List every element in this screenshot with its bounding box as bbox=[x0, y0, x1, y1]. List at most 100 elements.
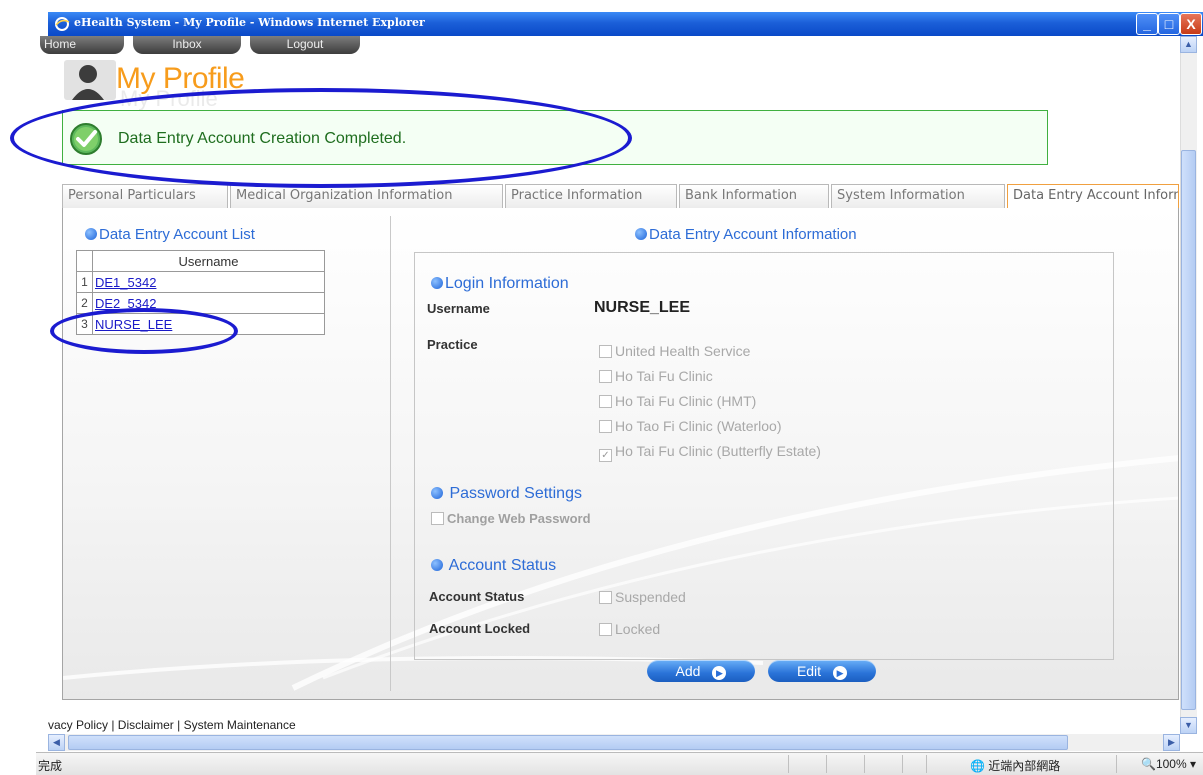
practice-option-label: Ho Tao Fi Clinic (Waterloo) bbox=[615, 418, 782, 434]
security-zone-label: 近端內部網路 bbox=[988, 759, 1061, 773]
table-row: 3 NURSE_LEE bbox=[76, 313, 325, 335]
close-button[interactable]: X bbox=[1180, 13, 1202, 35]
zoom-control[interactable]: 🔍100% ▾ bbox=[1141, 757, 1196, 771]
change-password-checkbox[interactable] bbox=[431, 512, 444, 525]
window-title: eHealth System - My Profile - Windows In… bbox=[74, 16, 425, 29]
bullet-icon bbox=[85, 228, 97, 240]
table-header-row: Username bbox=[76, 250, 325, 272]
tab-medical-organization[interactable]: Medical Organization Information bbox=[230, 184, 503, 208]
account-info-heading-text: Data Entry Account Information bbox=[649, 226, 857, 243]
practice-checkbox[interactable] bbox=[599, 370, 612, 383]
login-info-heading-text: Login Information bbox=[445, 275, 569, 292]
account-link-de2[interactable]: DE2_5342 bbox=[93, 296, 156, 311]
add-button-label: Add bbox=[675, 663, 701, 679]
row-number: 2 bbox=[76, 292, 93, 314]
suspended-checkbox[interactable] bbox=[599, 591, 612, 604]
locked-option[interactable]: Locked bbox=[599, 621, 660, 637]
status-text: 完成 bbox=[38, 759, 63, 773]
page-title-reflection: My Profile bbox=[120, 86, 218, 111]
practice-option[interactable]: Ho Tai Fu Clinic bbox=[599, 368, 713, 384]
practice-checkbox[interactable] bbox=[599, 420, 612, 433]
tab-bank-information[interactable]: Bank Information bbox=[679, 184, 829, 208]
account-list-table: Username 1 DE1_5342 2 DE2_5342 3 NURSE_L… bbox=[76, 250, 325, 335]
username-value: NURSE_LEE bbox=[594, 299, 691, 316]
profile-tabs: Personal Particulars Medical Organizatio… bbox=[62, 184, 1179, 208]
profile-icon bbox=[64, 60, 116, 100]
edit-button[interactable]: Edit ▶ bbox=[768, 660, 876, 682]
scroll-left-button[interactable]: ◀ bbox=[48, 734, 65, 751]
account-link-de1[interactable]: DE1_5342 bbox=[93, 275, 156, 290]
account-status-label: Account Status bbox=[429, 589, 525, 604]
practice-checkbox-checked[interactable]: ✓ bbox=[599, 449, 612, 462]
status-separator bbox=[826, 755, 827, 773]
footer-links[interactable]: vacy Policy | Disclaimer | System Mainte… bbox=[48, 718, 296, 732]
maximize-button[interactable]: □ bbox=[1158, 13, 1180, 35]
suspended-label: Suspended bbox=[615, 589, 686, 605]
browser-window: eHealth System - My Profile - Windows In… bbox=[0, 0, 1203, 775]
zoom-icon: 🔍 bbox=[1141, 757, 1156, 771]
account-locked-label: Account Locked bbox=[429, 621, 531, 636]
change-password-option[interactable]: Change Web Password bbox=[431, 511, 591, 526]
practice-label: Practice bbox=[427, 337, 478, 352]
scroll-up-button[interactable]: ▲ bbox=[1180, 36, 1197, 53]
practice-checkbox[interactable] bbox=[599, 395, 612, 408]
tab-data-entry-account[interactable]: Data Entry Account Information bbox=[1007, 184, 1179, 208]
scroll-down-button[interactable]: ▼ bbox=[1180, 717, 1197, 734]
add-button[interactable]: Add ▶ bbox=[647, 660, 755, 682]
scroll-right-button[interactable]: ▶ bbox=[1163, 734, 1180, 751]
tab-personal-particulars[interactable]: Personal Particulars bbox=[62, 184, 228, 208]
suspended-option[interactable]: Suspended bbox=[599, 589, 686, 605]
security-zone[interactable]: 🌐 近端內部網路 bbox=[970, 757, 1060, 774]
table-row: 2 DE2_5342 bbox=[76, 292, 325, 314]
account-status-heading-text: Account Status bbox=[448, 557, 557, 574]
minimize-button[interactable]: _ bbox=[1136, 13, 1158, 35]
practice-option[interactable]: United Health Service bbox=[599, 343, 750, 359]
bullet-icon bbox=[431, 277, 443, 289]
practice-option-label: United Health Service bbox=[615, 343, 751, 359]
nav-logout[interactable]: Logout bbox=[250, 36, 360, 54]
arrow-right-icon: ▶ bbox=[712, 666, 727, 680]
globe-icon: 🌐 bbox=[970, 759, 985, 773]
practice-checkbox[interactable] bbox=[599, 345, 612, 358]
bullet-icon bbox=[431, 559, 443, 571]
username-label: Username bbox=[427, 301, 490, 316]
success-message-text: Data Entry Account Creation Completed. bbox=[118, 130, 407, 147]
password-settings-heading-text: Password Settings bbox=[449, 485, 582, 502]
status-separator bbox=[902, 755, 903, 773]
practice-option-label: Ho Tai Fu Clinic bbox=[615, 368, 713, 384]
zoom-level: 100% bbox=[1155, 757, 1187, 771]
bullet-icon bbox=[635, 228, 647, 240]
edit-button-label: Edit bbox=[796, 663, 822, 679]
ie-logo-icon bbox=[55, 17, 70, 31]
horizontal-scroll-thumb[interactable] bbox=[68, 735, 1068, 750]
status-separator bbox=[864, 755, 865, 773]
tab-practice-information[interactable]: Practice Information bbox=[505, 184, 677, 208]
account-list-heading: Data Entry Account List bbox=[85, 226, 255, 243]
practice-option-label: Ho Tai Fu Clinic (HMT) bbox=[615, 393, 757, 409]
account-info-box: Login Information Username NURSE_LEE Pra… bbox=[414, 252, 1114, 660]
locked-checkbox[interactable] bbox=[599, 623, 612, 636]
change-password-label: Change Web Password bbox=[447, 511, 591, 526]
practice-option[interactable]: ✓ Ho Tai Fu Clinic (Butterfly Estate) bbox=[599, 443, 821, 462]
site-nav: Home Inbox Logout bbox=[40, 36, 1178, 54]
account-status-heading: Account Status bbox=[431, 557, 556, 575]
panel-divider bbox=[390, 216, 391, 691]
account-link-nurse-lee[interactable]: NURSE_LEE bbox=[93, 317, 172, 332]
practice-option[interactable]: Ho Tai Fu Clinic (HMT) bbox=[599, 393, 756, 409]
num-header bbox=[76, 250, 93, 272]
nav-inbox[interactable]: Inbox bbox=[133, 36, 241, 54]
account-list-heading-text: Data Entry Account List bbox=[99, 226, 255, 243]
practice-option[interactable]: Ho Tao Fi Clinic (Waterloo) bbox=[599, 418, 782, 434]
status-separator bbox=[788, 755, 789, 773]
arrow-right-icon: ▶ bbox=[833, 666, 848, 680]
nav-home[interactable]: Home bbox=[40, 36, 124, 54]
tab-system-information[interactable]: System Information bbox=[831, 184, 1005, 208]
title-bar[interactable]: eHealth System - My Profile - Windows In… bbox=[48, 12, 1203, 36]
table-row: 1 DE1_5342 bbox=[76, 271, 325, 293]
password-settings-heading: Password Settings bbox=[431, 485, 582, 503]
practice-option-label: Ho Tai Fu Clinic (Butterfly Estate) bbox=[615, 443, 821, 459]
username-header: Username bbox=[92, 250, 325, 272]
bullet-icon bbox=[431, 487, 443, 499]
vertical-scroll-thumb[interactable] bbox=[1181, 150, 1196, 710]
status-separator bbox=[926, 755, 927, 773]
